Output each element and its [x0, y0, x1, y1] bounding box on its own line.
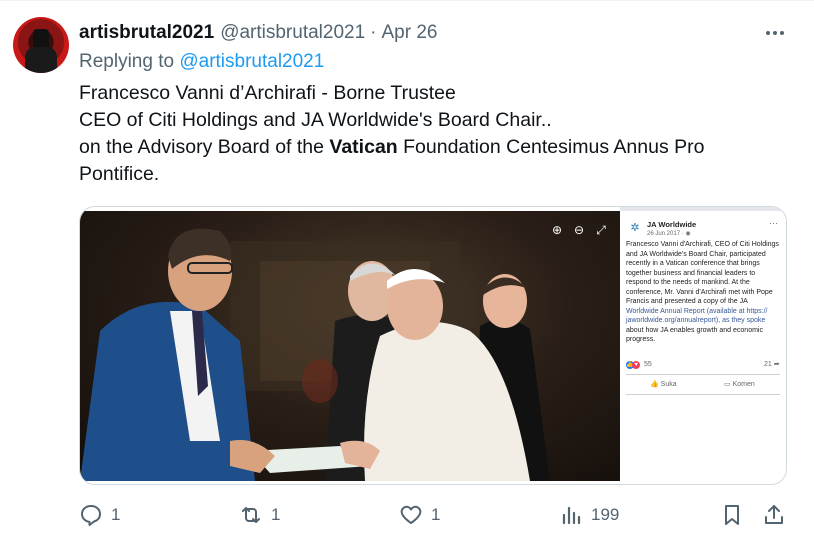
fb-post-line: progress.	[626, 336, 656, 343]
tweet-text-line: Pontifice.	[79, 163, 160, 185]
fb-more-icon: ···	[769, 218, 778, 228]
globe-icon: ◉	[685, 231, 691, 237]
zoom-out-icon[interactable]: ⊖	[572, 223, 586, 237]
like-button[interactable]: 1	[399, 500, 440, 530]
fb-post-line: and JA Worldwide's Board Chair, particip…	[626, 250, 766, 258]
user-handle[interactable]: @artisbrutal2021	[220, 22, 365, 44]
tweet-header: artisbrutal2021 @artisbrutal2021 · Apr 2…	[79, 20, 437, 46]
like-count: 1	[431, 505, 441, 524]
tweet-actions: 1 1 1 199	[79, 500, 791, 530]
fb-post-line: Francis and presented a copy of the JA	[626, 298, 748, 305]
replying-to-mention[interactable]: @artisbrutal2021	[179, 51, 324, 72]
comment-bubble-icon: ▭	[724, 381, 731, 388]
fb-share-number: 21	[764, 361, 772, 368]
display-name[interactable]: artisbrutal2021	[79, 22, 214, 44]
tweet-media[interactable]: ⊕ ⊖ ⤢ ✲ JA Worldwide 26 Jun 2017 · ◉ ···…	[79, 206, 787, 485]
share-icon	[765, 505, 783, 524]
facebook-post-card: ✲ JA Worldwide 26 Jun 2017 · ◉ ··· Franc…	[620, 207, 786, 484]
reply-button[interactable]: 1	[79, 500, 120, 530]
fb-topbar	[620, 207, 786, 211]
heart-icon	[400, 505, 422, 524]
reply-icon	[81, 505, 101, 526]
expand-icon[interactable]: ⤢	[594, 223, 608, 237]
retweet-button[interactable]: 1	[239, 500, 280, 530]
photo-scene	[80, 228, 550, 481]
avatar-figure-body	[25, 47, 57, 73]
tweet-text-line: Francesco Vanni d’Archirafi - Borne Trus…	[79, 82, 456, 104]
retweet-icon	[242, 507, 260, 523]
fb-post-line: about how JA enables growth and economic	[626, 326, 763, 334]
zoom-in-icon[interactable]: ⊕	[550, 223, 564, 237]
tweet-text-segment: Foundation Centesimus Annus Pro	[397, 136, 705, 158]
bookmark-icon	[725, 505, 739, 525]
fb-post-line: Worldwide Annual Report (available at ht…	[626, 307, 768, 315]
tweet-text-line: CEO of Citi Holdings and JA Worldwide's …	[79, 109, 552, 131]
fb-page-name: JA Worldwide	[647, 220, 697, 229]
ja-logo-icon: ✲	[630, 222, 640, 234]
photo-controls: ⊕ ⊖ ⤢	[550, 223, 608, 237]
fb-post-date: 26 Jun 2017 · ◉	[647, 230, 691, 240]
reply-count: 1	[111, 505, 121, 524]
fb-divider	[626, 374, 780, 375]
fb-comment-label: Komen	[732, 381, 755, 388]
fb-reactions: 👍 ♥ 55	[626, 360, 652, 370]
share-button[interactable]	[762, 500, 786, 530]
photo[interactable]: ⊕ ⊖ ⤢	[80, 211, 620, 481]
separator-dot: ·	[370, 22, 377, 43]
views-count: 199	[591, 505, 620, 524]
tweet-text: Francesco Vanni d’Archirafi - Borne Trus…	[79, 80, 779, 188]
timestamp[interactable]: Apr 26	[382, 22, 438, 44]
top-divider	[0, 0, 814, 1]
fb-reaction-count: 55	[644, 361, 652, 368]
bookmark-button[interactable]	[720, 500, 744, 530]
tweet-text-bold: Vatican	[329, 136, 398, 158]
fb-post-body: Francesco Vanni d'Archirafi, CEO of Citi…	[626, 240, 782, 345]
fb-like-label: Suka	[660, 381, 677, 388]
retweet-count: 1	[271, 505, 281, 524]
fb-post-line: jaworldwide.org/annualreport), as they s…	[626, 317, 766, 324]
fb-post-line: together business and financial leaders …	[626, 269, 756, 277]
tweet-text-segment: on the Advisory Board of the	[79, 136, 330, 158]
love-reaction-icon: ♥	[632, 360, 640, 369]
thumbs-up-icon: 👍	[650, 381, 659, 388]
fb-post-line: conference, Mr. Vanni d'Archirafi met wi…	[626, 288, 773, 296]
fb-date-text: 26 Jun 2017 ·	[647, 231, 686, 237]
replying-to: Replying to @artisbrutal2021	[79, 51, 324, 73]
more-options-icon[interactable]	[760, 20, 790, 46]
tweet-text-line: on the Advisory Board of the Vatican Fou…	[79, 134, 779, 161]
fb-share-count: 21 ➦	[764, 360, 780, 370]
avatar[interactable]	[13, 17, 69, 73]
fb-divider	[626, 394, 780, 395]
fb-comment-button: ▭ Komen	[724, 380, 755, 390]
fb-post-line: recently in a Vatican conference that br…	[626, 260, 760, 267]
avatar-figure-head	[33, 29, 49, 49]
share-arrow-icon: ➦	[773, 361, 780, 368]
replying-prefix: Replying to	[79, 51, 175, 72]
fb-like-button: 👍 Suka	[650, 380, 677, 390]
views-button[interactable]: 199	[559, 500, 619, 530]
fb-post-line: Francesco Vanni d'Archirafi, CEO of Citi…	[626, 241, 779, 248]
fb-post-line: respond to the needs of mankind. At the	[626, 279, 750, 286]
views-chart-icon	[562, 506, 581, 525]
